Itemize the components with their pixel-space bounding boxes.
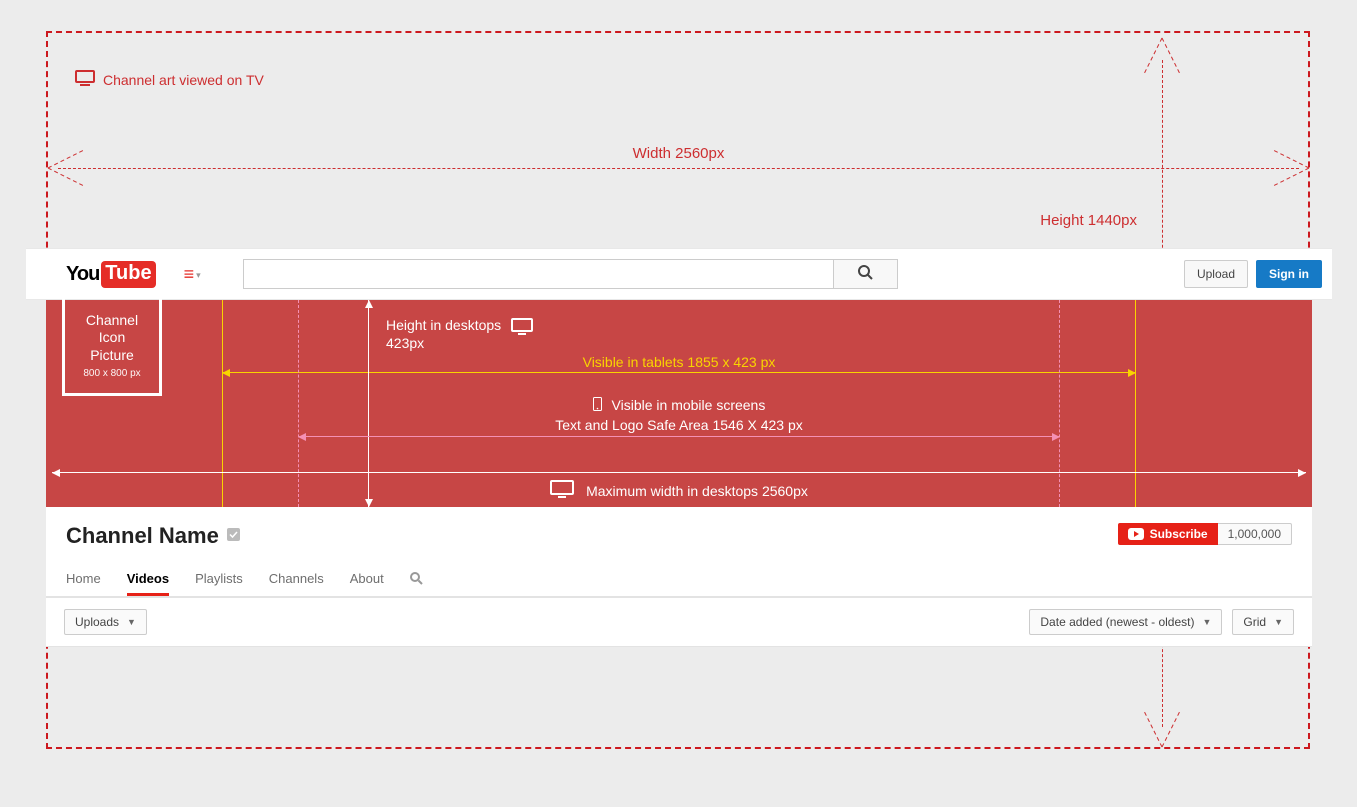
search-icon [858,265,873,283]
mobile-icon [593,398,606,414]
channel-icon-line1: Channel [86,312,138,330]
desktop-height-label: Height in desktops 423px [386,316,533,352]
tab-videos[interactable]: Videos [127,571,169,596]
desktop-height-line1: Height in desktops [386,316,501,334]
desktop-icon [511,316,533,339]
maxwidth-label: Maximum width in desktops 2560px [46,480,1312,501]
subscribe-button[interactable]: Subscribe [1118,523,1218,545]
channel-header: Channel Name Subscribe 1,000,000 Home Vi… [46,507,1312,597]
tab-search-icon[interactable] [410,572,423,596]
channel-name: Channel Name [66,523,219,549]
arrow-left-icon [48,148,88,188]
tab-home[interactable]: Home [66,571,101,596]
maxwidth-dimension-line [52,472,1306,473]
view-dropdown[interactable]: Grid ▼ [1232,609,1294,635]
signin-button[interactable]: Sign in [1256,260,1322,288]
sort-dropdown[interactable]: Date added (newest - oldest) ▼ [1029,609,1222,635]
tab-about[interactable]: About [350,571,384,596]
tv-label-text: Channel art viewed on TV [103,72,264,88]
maxwidth-label-text: Maximum width in desktops 2560px [586,483,808,499]
uploads-dropdown[interactable]: Uploads ▼ [64,609,147,635]
search-form [243,259,898,289]
search-button[interactable] [833,259,898,289]
mobile-label: Visible in mobile screens Text and Logo … [46,396,1312,435]
channel-title-row: Channel Name [66,523,1292,549]
height-label: Height 1440px [1040,212,1137,229]
mobile-label-line2: Text and Logo Safe Area 1546 X 423 px [46,416,1312,435]
tablet-dimension-line [222,372,1136,373]
videos-toolbar: Uploads ▼ Date added (newest - oldest) ▼… [46,597,1312,647]
subscribe-block: Subscribe 1,000,000 [1118,523,1292,545]
sort-label: Date added (newest - oldest) [1040,615,1194,629]
channel-art-area: Channel Icon Picture 800 x 800 px Visibl… [46,300,1312,507]
subscriber-count: 1,000,000 [1218,523,1292,545]
view-label: Grid [1243,615,1266,629]
subscribe-label: Subscribe [1150,527,1208,541]
youtube-topbar: YouTube ≡▾ Upload Sign in [26,248,1332,300]
desktop-icon [550,480,574,501]
caret-down-icon: ▼ [127,617,136,627]
arrow-down-icon [1142,707,1182,747]
mobile-dimension-line [298,436,1060,437]
desktop-height-line2: 423px [386,334,501,352]
channel-icon-line2: Icon [99,329,125,347]
tv-label: Channel art viewed on TV [75,70,264,89]
tablet-label: Visible in tablets 1855 x 423 px [46,354,1312,370]
youtube-play-icon [1128,528,1144,540]
channel-icon-placeholder: Channel Icon Picture 800 x 800 px [62,296,162,396]
uploads-label: Uploads [75,615,119,629]
arrow-right-icon [1269,148,1309,188]
tab-playlists[interactable]: Playlists [195,571,243,596]
upload-button[interactable]: Upload [1184,260,1248,288]
width-dimension-line [58,168,1299,169]
channel-tabs: Home Videos Playlists Channels About [66,571,423,596]
width-label: Width 2560px [0,145,1357,162]
verified-badge-icon [227,528,240,544]
tv-icon [75,70,95,89]
search-input[interactable] [243,259,833,289]
arrow-up-icon [1142,38,1182,78]
guide-menu-icon[interactable]: ≡▾ [184,264,201,285]
youtube-logo[interactable]: YouTube [66,261,156,288]
caret-down-icon: ▼ [1274,617,1283,627]
caret-down-icon: ▼ [1202,617,1211,627]
tab-channels[interactable]: Channels [269,571,324,596]
mobile-label-line1: Visible in mobile screens [612,397,766,413]
